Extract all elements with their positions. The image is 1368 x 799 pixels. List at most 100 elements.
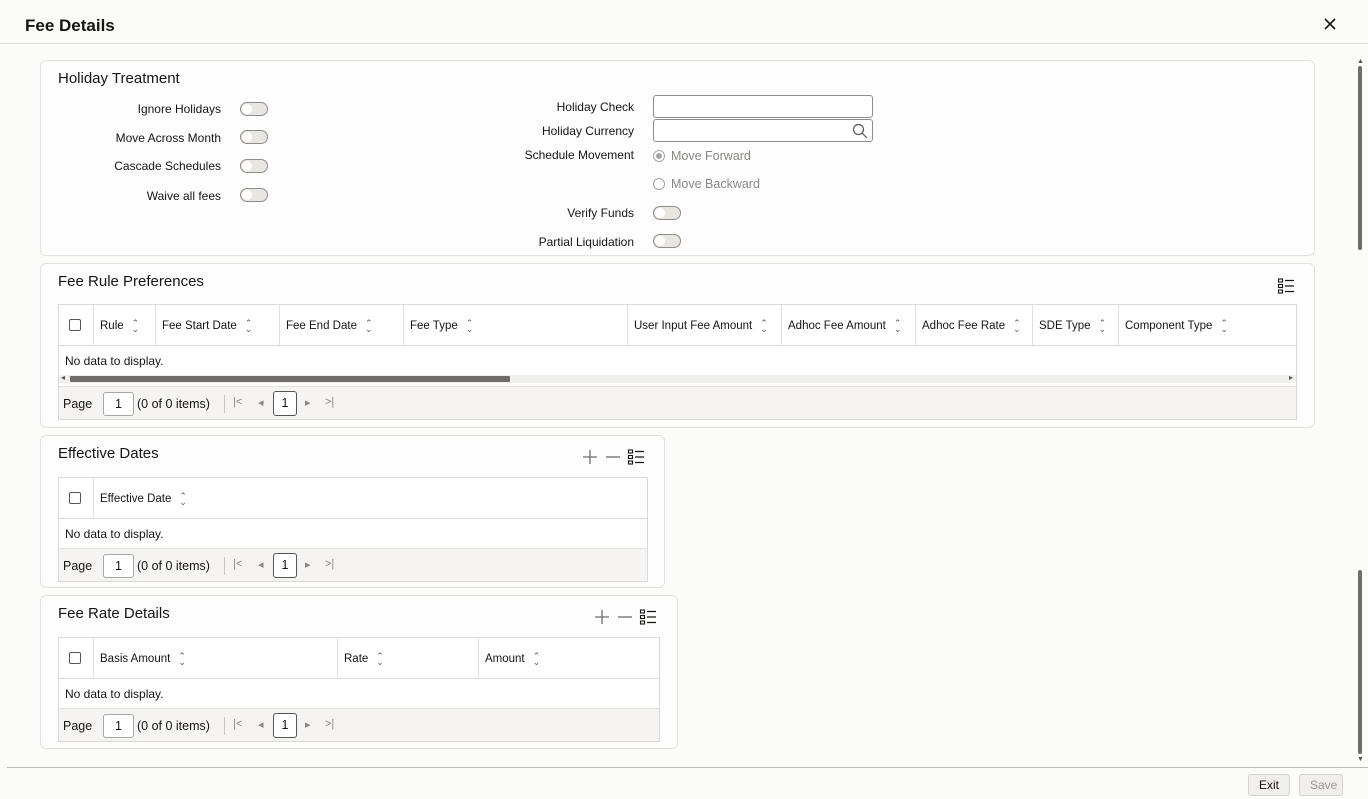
partial-liquidation-toggle[interactable] <box>653 234 681 248</box>
current-page-button[interactable]: 1 <box>273 553 297 578</box>
scroll-down-icon[interactable]: ▼ <box>1357 756 1364 763</box>
fee-rule-grid: Rule ⌃ ⌄ Fee Start Date ⌃ ⌄ Fee End Date ⌃ ⌄ F… <box>58 304 1297 420</box>
page-input[interactable]: 1 <box>103 714 134 738</box>
ignore-holidays-toggle[interactable] <box>240 102 268 116</box>
col-adhoc-fee-amount[interactable]: Adhoc Fee Amount ⌃ ⌄ <box>782 305 916 346</box>
holiday-currency-input[interactable] <box>653 119 873 142</box>
cascade-schedules-toggle[interactable] <box>240 159 268 173</box>
radio-selected-icon <box>653 150 665 162</box>
first-page-icon[interactable]: |< <box>233 718 242 730</box>
page-input[interactable]: 1 <box>103 554 134 578</box>
title-bar: Fee Details <box>0 0 1368 44</box>
select-all-cell <box>59 478 94 519</box>
col-basis-amount[interactable]: Basis Amount ⌃ ⌄ <box>94 638 338 679</box>
holiday-check-input[interactable] <box>653 95 873 118</box>
plus-icon[interactable] <box>593 608 611 626</box>
save-button[interactable]: Save <box>1299 774 1343 796</box>
last-page-icon[interactable]: >| <box>325 396 334 408</box>
divider <box>224 395 225 413</box>
sort-icon: ⌃ ⌄ <box>376 650 384 667</box>
partial-liquidation-label: Partial Liquidation <box>538 235 634 249</box>
select-all-checkbox[interactable] <box>69 492 81 504</box>
plus-icon[interactable] <box>581 448 599 466</box>
select-all-cell <box>59 638 94 679</box>
col-user-input-fee-amount[interactable]: User Input Fee Amount ⌃ ⌄ <box>628 305 782 346</box>
exit-button[interactable]: Exit <box>1248 774 1290 796</box>
page-input[interactable]: 1 <box>103 392 134 416</box>
sort-icon: ⌃ ⌄ <box>1013 317 1021 334</box>
list-columns-icon[interactable] <box>639 608 657 626</box>
col-fee-end-date[interactable]: Fee End Date ⌃ ⌄ <box>280 305 404 346</box>
column-label: Basis Amount <box>100 652 171 665</box>
scroll-left-icon[interactable]: ◂ <box>61 373 65 382</box>
sort-icon: ⌃ ⌄ <box>131 317 140 334</box>
col-amount[interactable]: Amount ⌃ ⌄ <box>479 638 659 679</box>
col-effective-date[interactable]: Effective Date ⌃ ⌄ <box>94 478 647 519</box>
move-forward-radio[interactable]: Move Forward <box>653 149 751 163</box>
holiday-treatment-panel: Holiday Treatment Ignore Holidays Move A… <box>40 60 1315 256</box>
minus-icon[interactable] <box>616 608 634 626</box>
next-page-icon[interactable]: ▸ <box>305 558 311 571</box>
grid-header: Basis Amount ⌃ ⌄ Rate ⌃ ⌄ Amount ⌃ ⌄ <box>59 638 659 679</box>
col-fee-start-date[interactable]: Fee Start Date ⌃ ⌄ <box>156 305 280 346</box>
col-adhoc-fee-rate[interactable]: Adhoc Fee Rate ⌃ ⌄ <box>916 305 1033 346</box>
verify-funds-toggle[interactable] <box>653 206 681 220</box>
grid-header: Rule ⌃ ⌄ Fee Start Date ⌃ ⌄ Fee End Date ⌃ ⌄ F… <box>59 305 1296 346</box>
column-label: Fee Start Date <box>162 319 237 332</box>
col-component-type[interactable]: Component Type ⌃ ⌄ <box>1119 305 1296 346</box>
next-page-icon[interactable]: ▸ <box>305 396 311 409</box>
current-page-button[interactable]: 1 <box>273 713 297 738</box>
list-columns-icon[interactable] <box>1277 277 1295 295</box>
prev-page-icon[interactable]: ◂ <box>258 718 264 731</box>
col-sde-type[interactable]: SDE Type ⌃ ⌄ <box>1033 305 1119 346</box>
move-backward-radio[interactable]: Move Backward <box>653 177 760 191</box>
waive-all-fees-toggle[interactable] <box>240 188 268 202</box>
col-rate[interactable]: Rate ⌃ ⌄ <box>338 638 479 679</box>
list-columns-icon[interactable] <box>627 448 645 466</box>
scroll-right-icon[interactable]: ▸ <box>1289 373 1293 382</box>
holiday-check-label: Holiday Check <box>556 100 634 114</box>
last-page-icon[interactable]: >| <box>325 718 334 730</box>
sort-icon: ⌃ ⌄ <box>244 317 253 334</box>
waive-all-fees-label: Waive all fees <box>146 189 221 203</box>
fee-rate-details-panel: Fee Rate Details Basis Amount ⌃ ⌄ Rate ⌃ ⌄ A… <box>40 595 678 749</box>
ignore-holidays-label: Ignore Holidays <box>137 102 221 116</box>
search-icon[interactable] <box>852 123 868 139</box>
holiday-currency-label: Holiday Currency <box>541 124 634 138</box>
next-page-icon[interactable]: ▸ <box>305 718 311 731</box>
first-page-icon[interactable]: |< <box>233 558 242 570</box>
page-title: Fee Details <box>25 16 115 35</box>
select-all-checkbox[interactable] <box>69 319 81 331</box>
page-info: (0 of 0 items) <box>137 397 210 411</box>
pagination: Page 1 (0 of 0 items) |< ◂ 1 ▸ >| <box>59 548 647 581</box>
fee-rate-grid: Basis Amount ⌃ ⌄ Rate ⌃ ⌄ Amount ⌃ ⌄ No data t… <box>58 637 660 742</box>
page-label: Page <box>63 719 93 733</box>
current-page-button[interactable]: 1 <box>273 391 297 416</box>
scrollbar-thumb[interactable] <box>1358 66 1362 250</box>
grid-header: Effective Date ⌃ ⌄ <box>59 478 647 519</box>
sort-icon: ⌃ ⌄ <box>178 650 186 667</box>
scroll-up-icon[interactable]: ▲ <box>1357 58 1364 65</box>
section-title: Effective Dates <box>58 445 159 462</box>
section-title: Fee Rule Preferences <box>58 273 204 290</box>
col-rule[interactable]: Rule ⌃ ⌄ <box>94 305 156 346</box>
move-forward-label: Move Forward <box>671 149 751 163</box>
last-page-icon[interactable]: >| <box>325 558 334 570</box>
move-across-month-toggle[interactable] <box>240 130 268 144</box>
minus-icon[interactable] <box>604 448 622 466</box>
column-label: Component Type <box>1125 319 1213 332</box>
sort-icon: ⌃ ⌄ <box>364 317 373 334</box>
scrollbar-thumb[interactable] <box>1358 570 1362 754</box>
col-fee-type[interactable]: Fee Type ⌃ ⌄ <box>404 305 628 346</box>
prev-page-icon[interactable]: ◂ <box>258 558 264 571</box>
move-backward-label: Move Backward <box>671 177 760 191</box>
cascade-schedules-label: Cascade Schedules <box>114 159 221 173</box>
close-icon[interactable] <box>1320 14 1340 34</box>
pagination: Page 1 (0 of 0 items) |< ◂ 1 ▸ >| <box>59 386 1296 419</box>
first-page-icon[interactable]: |< <box>233 396 242 408</box>
page-label: Page <box>63 397 93 411</box>
horizontal-scrollbar[interactable]: ◂ ▸ <box>59 373 1296 383</box>
scrollbar-thumb[interactable] <box>70 376 510 382</box>
select-all-checkbox[interactable] <box>69 652 81 664</box>
prev-page-icon[interactable]: ◂ <box>258 396 264 409</box>
